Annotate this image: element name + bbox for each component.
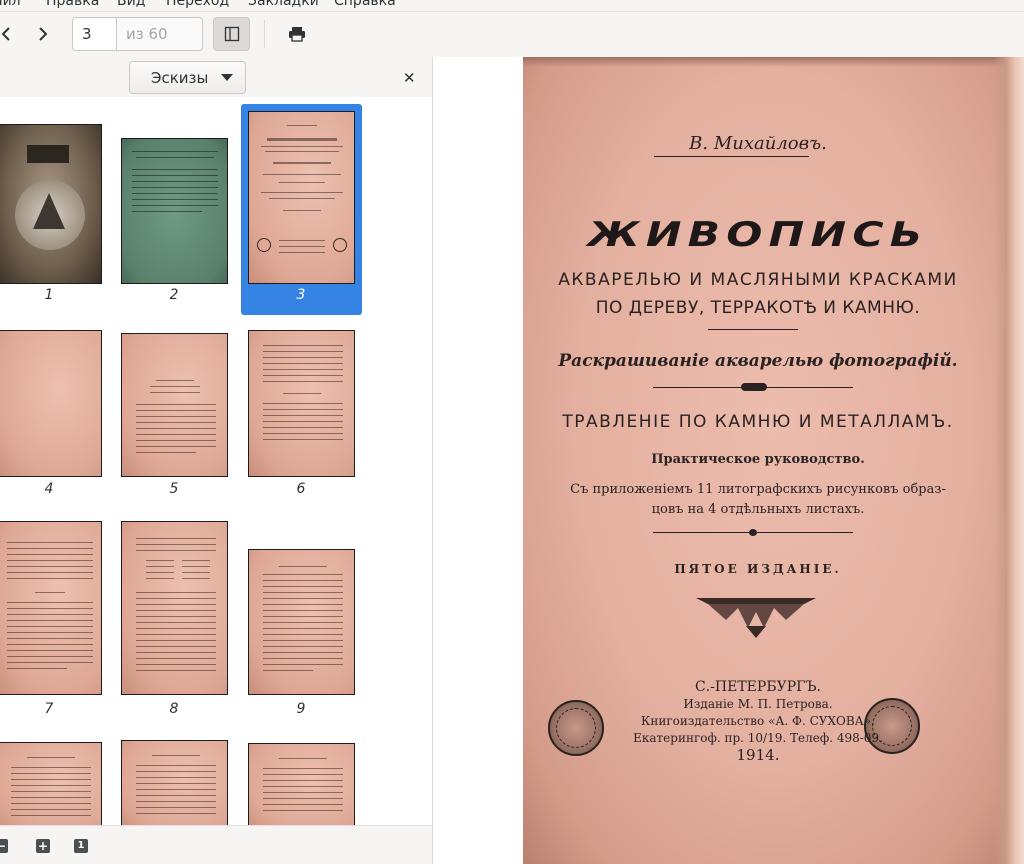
page-count-label: из 60 [116,17,203,51]
sidebar-footer: − + 1 [0,825,432,864]
menu-file[interactable]: айл [0,0,21,9]
thumbnail-page-2[interactable] [121,138,228,284]
print-button[interactable] [285,23,309,45]
book-title: ЖИВОПИСЬ [587,215,929,255]
book-subtitle: АКВАРЕЛЬЮ И МАСЛЯНЫМИ КРАСКАМИ [558,270,958,290]
page-image [0,743,101,825]
thumbnail-label-2: 2 [169,287,179,303]
zoom-in-icon[interactable]: + [36,839,50,853]
thumbnail-page-7[interactable] [0,521,102,695]
book-description-line: Съ приложеніемъ 11 литографскихъ рисунко… [570,482,946,497]
menu-bookmarks[interactable]: Закладки [248,0,319,9]
close-icon[interactable]: ✕ [403,69,416,87]
thumbnail-page-3[interactable] [248,111,355,284]
cover-title-block [27,145,69,163]
page-image [122,334,227,476]
divider-ornament [741,383,767,391]
thumbnail-label-3: 3 [296,287,306,303]
thumbnail-page-10[interactable] [0,742,102,825]
book-imprint: С.-ПЕТЕРБУРГЪ. Изданіе М. П. Петрова. Кн… [523,679,993,764]
toolbar-separator [264,20,265,48]
menu-edit[interactable]: Правка [46,0,99,9]
thumbnail-label-4: 4 [44,481,54,497]
sidebar-icon [224,26,239,42]
zoom-out-icon[interactable]: − [0,839,8,853]
ornament-icon [696,598,816,638]
seal-icon [257,238,271,252]
imprint-year: 1914. [736,746,780,764]
menubar: айл Правка Вид Переход Закладки Справка [0,0,1024,12]
book-author: В. Михайловъ. [689,133,827,154]
thumbnail-page-5[interactable] [121,333,228,477]
book-subtitle: ПО ДЕРЕВУ, ТЕРРАКОТѢ И КАМНЮ. [595,298,921,318]
sidebar: Эскизы ✕ 1 2 3 4 5 6 7 8 9 − + 1 [0,57,433,864]
menu-help[interactable]: Справка [334,0,396,9]
document-page: В. Михайловъ. ЖИВОПИСЬ АКВАРЕЛЬЮ И МАСЛЯ… [523,57,1024,864]
thumbnail-page-11[interactable] [121,740,228,825]
book-description-line: цовъ на 4 отдѣльныхъ листахъ. [651,502,865,517]
book-subtitle: Практическое руководство. [651,452,865,467]
thumbnail-page-8[interactable] [121,521,228,695]
divider [654,156,809,157]
sidebar-view-label: Эскизы [151,68,209,87]
book-subtitle: ТРАВЛЕНІЕ ПО КАМНЮ И МЕТАЛЛАМЪ. [562,412,954,432]
thumbnail-label-8: 8 [169,701,179,717]
chevron-left-icon [1,27,10,41]
book-description: Съ приложеніемъ 11 литографскихъ рисунко… [523,480,993,520]
toolbar: из 60 [0,12,1024,57]
page-image [0,331,101,476]
thumbnail-page-1[interactable] [0,124,102,284]
imprint-address: Екатерингоф. пр. 10/19. Телеф. 498-09. [633,731,883,745]
book-subtitle: Раскрашиваніе акварелью фотографій. [558,351,958,371]
sidebar-view-dropdown[interactable]: Эскизы [129,61,246,94]
sidebar-header: Эскизы ✕ [0,57,432,97]
page-image [122,522,227,694]
thumbnail-label-5: 5 [169,481,179,497]
thumbnail-label-9: 9 [296,701,306,717]
page-image [249,744,354,825]
thumbnail-label-6: 6 [296,481,306,497]
imprint-city: С.-ПЕТЕРБУРГЪ. [695,679,821,695]
divider [708,329,798,330]
menu-view[interactable]: Вид [117,0,145,9]
next-page-button[interactable] [32,23,54,45]
chevron-right-icon [39,27,48,41]
thumbnail-page-12[interactable] [248,743,355,825]
document-view[interactable]: В. Михайловъ. ЖИВОПИСЬ АКВАРЕЛЬЮ И МАСЛЯ… [434,57,1024,864]
mountain-icon [33,193,65,229]
page-edge [523,57,1024,67]
printer-icon [289,27,305,42]
thumbnail-label-1: 1 [44,287,54,303]
thumbnail-grid: 1 2 3 4 5 6 7 8 9 [0,97,432,825]
thumbnail-label-7: 7 [44,701,54,717]
sidebar-toggle-button[interactable] [213,17,250,51]
imprint-publisher: Изданіе М. П. Петрова. [683,697,833,711]
thumbnail-page-6[interactable] [248,330,355,477]
imprint-bookseller: Книгоиздательство «А. Ф. СУХОВА». [641,714,875,728]
book-edition: ПЯТОЕ ИЗДАНІЕ. [674,562,842,576]
zoom-reset-icon[interactable]: 1 [74,839,88,853]
menu-go[interactable]: Переход [166,0,229,9]
page-edge [994,57,1024,864]
thumbnail-page-9[interactable] [248,549,355,695]
chevron-down-icon [221,74,233,81]
thumbnail-page-4[interactable] [0,330,102,477]
previous-page-button[interactable] [0,23,16,45]
page-number-input[interactable] [72,17,116,51]
seal-icon [333,238,347,252]
divider-ornament [749,529,757,536]
